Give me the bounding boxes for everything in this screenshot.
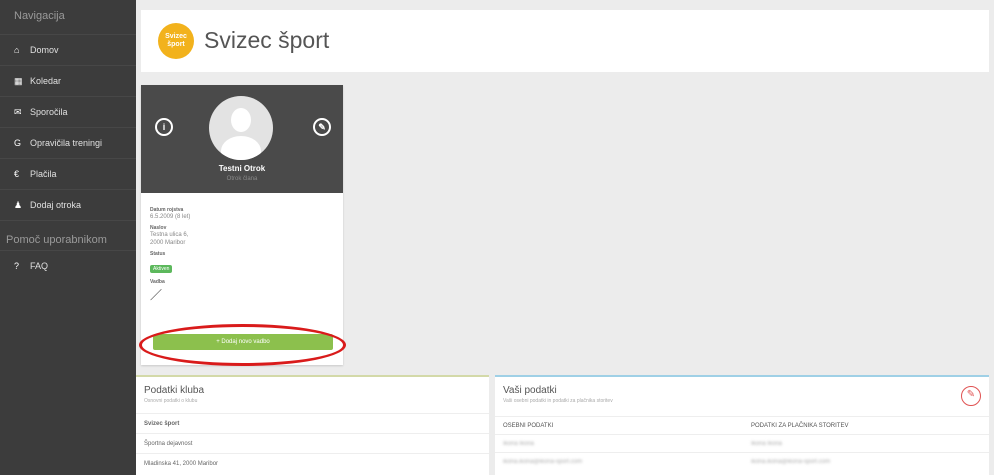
club-row: Mladinska 41, 2000 Maribor <box>136 453 489 473</box>
sidebar-item-label: Domov <box>30 45 59 55</box>
payer-email: ikona.ikona@ikona-sport.com <box>751 459 831 465</box>
birth-value: 6.5.2009 (8 let) <box>150 214 191 220</box>
sidebar-item-faq[interactable]: ? FAQ <box>0 250 136 281</box>
status-label: Status <box>150 251 166 257</box>
col-payer: PODATKI ZA PLAČNIKA STORITEV <box>751 423 849 429</box>
sidebar: Navigacija ⌂ Domov ▦ Koledar ✉ Sporočila… <box>0 0 136 475</box>
your-data-title: Vaši podatki <box>503 385 557 396</box>
excuse-icon: G <box>14 138 22 148</box>
sidebar-item-koledar[interactable]: ▦ Koledar <box>0 65 136 96</box>
club-panel: Podatki kluba Osnovni podatki o klubu Sv… <box>136 375 489 475</box>
euro-icon: € <box>14 169 20 179</box>
sidebar-item-opravicila[interactable]: G Opravičila treningi <box>0 127 136 158</box>
club-row: Športna dejavnost <box>136 433 489 453</box>
table-row: ikona.ikona@ikona-sport.com ikona.ikona@… <box>495 452 989 470</box>
sidebar-item-label: Opravičila treningi <box>30 138 103 148</box>
profile-details: Datum rojstva 6.5.2009 (8 let) Naslov Te… <box>141 193 343 303</box>
avatar <box>209 96 273 160</box>
your-data-header-row: OSEBNI PODATKI PODATKI ZA PLAČNIKA STORI… <box>495 416 989 434</box>
your-data-panel: Vaši podatki Vaši osebni podatki in poda… <box>495 375 989 475</box>
address-line1: Testna ulica 6, <box>150 232 189 238</box>
sidebar-item-sporocila[interactable]: ✉ Sporočila <box>0 96 136 127</box>
groups-label: Vadba <box>150 279 165 285</box>
question-icon: ? <box>14 261 20 271</box>
pencil-icon[interactable]: ／ <box>150 286 343 303</box>
calendar-icon: ▦ <box>14 75 23 86</box>
table-row: Ikona Ikona Ikona Ikona <box>495 434 989 452</box>
info-icon[interactable]: i <box>155 118 173 136</box>
brand-title: Svizec šport <box>204 27 330 53</box>
profile-header: i ✎ Testni Otrok Otrok člana <box>141 85 343 193</box>
child-name: Testni Otrok <box>218 164 266 173</box>
club-row: Svizec šport <box>136 413 489 433</box>
sidebar-item-label: Sporočila <box>30 107 68 117</box>
personal-email: ikona.ikona@ikona-sport.com <box>503 459 583 465</box>
sidebar-item-label: FAQ <box>30 261 49 271</box>
messages-icon: ✉ <box>14 106 22 117</box>
nav-section-help: Pomoč uporabnikom <box>0 220 136 250</box>
status-badge: Aktiven <box>150 265 173 273</box>
personal-name: Ikona Ikona <box>503 441 535 447</box>
your-data-subtitle: Vaši osebni podatki in podatki za plačni… <box>503 398 613 404</box>
home-icon: ⌂ <box>14 45 20 55</box>
club-panel-subtitle: Osnovni podatki o klubu <box>144 398 198 404</box>
edit-icon[interactable]: ✎ <box>313 118 331 136</box>
sidebar-item-domov[interactable]: ⌂ Domov <box>0 34 136 65</box>
highlight-ellipse <box>139 324 346 366</box>
child-subtitle: Otrok člana <box>226 176 258 182</box>
user-add-icon: ♟ <box>14 199 23 210</box>
page-header: Svizec šport Svizec šport <box>141 10 989 72</box>
sidebar-item-placila[interactable]: € Plačila <box>0 158 136 189</box>
address-line2: 2000 Maribor <box>150 240 186 246</box>
payer-name: Ikona Ikona <box>751 441 783 447</box>
nav-header: Navigacija <box>14 10 65 22</box>
sidebar-item-label: Koledar <box>30 76 62 86</box>
sidebar-item-label: Dodaj otroka <box>30 200 82 210</box>
edit-data-icon[interactable]: ✎ <box>961 386 981 406</box>
child-profile-card: i ✎ Testni Otrok Otrok člana Datum rojst… <box>141 85 343 365</box>
sidebar-item-dodaj-otroka[interactable]: ♟ Dodaj otroka <box>0 189 136 220</box>
sidebar-item-label: Plačila <box>30 169 57 179</box>
club-panel-title: Podatki kluba <box>144 385 205 396</box>
club-logo: Svizec šport <box>158 23 194 59</box>
col-personal: OSEBNI PODATKI <box>503 423 554 429</box>
